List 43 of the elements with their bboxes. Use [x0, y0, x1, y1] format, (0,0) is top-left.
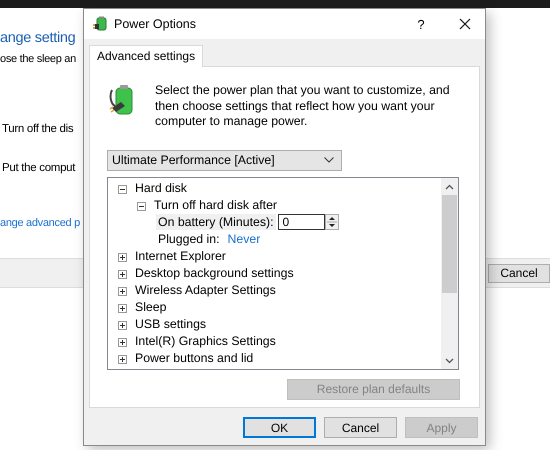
setting-label: Turn off the dis: [2, 123, 74, 135]
window-title: Power Options: [114, 17, 197, 31]
tree-item[interactable]: Sleep: [135, 300, 166, 314]
close-icon: [459, 18, 471, 30]
tree-item[interactable]: USB settings: [135, 317, 206, 331]
value-link[interactable]: Never: [228, 232, 260, 246]
expander-icon[interactable]: [118, 338, 127, 346]
setting-label[interactable]: Plugged in:: [156, 231, 222, 247]
expander-icon[interactable]: [118, 184, 127, 194]
advanced-settings-link[interactable]: ange advanced p: [0, 217, 80, 229]
battery-plug-icon: [92, 16, 108, 32]
tree-item[interactable]: Turn off hard disk after: [154, 198, 278, 212]
tree-item[interactable]: Wireless Adapter Settings: [135, 283, 276, 297]
page-heading: ange setting: [0, 30, 76, 46]
dialog-button[interactable]: OK: [243, 417, 316, 438]
battery-plug-icon: [109, 84, 135, 116]
minutes-spin-field[interactable]: 0: [278, 214, 324, 230]
expander-icon[interactable]: [118, 304, 127, 312]
dialog-button[interactable]: Cancel: [324, 417, 397, 438]
spin-arrows-icon[interactable]: [324, 214, 338, 230]
scroll-down-icon[interactable]: [445, 358, 454, 364]
description-text: Select the power plan that you want to customize, and then choose settings that reflect how you want your computer to manage power.: [155, 83, 451, 130]
expander-icon[interactable]: [118, 320, 127, 330]
chevron-down-icon: [324, 157, 334, 163]
setting-label: Put the comput: [2, 162, 76, 174]
expander-icon[interactable]: [137, 202, 146, 210]
setting-label[interactable]: On battery (Minutes):: [156, 214, 276, 230]
expander-icon[interactable]: [118, 270, 127, 278]
help-button[interactable]: ?: [401, 9, 441, 39]
tree-item[interactable]: Intel(R) Graphics Settings: [135, 334, 276, 348]
cancel-button[interactable]: Cancel: [488, 264, 550, 282]
tree-item[interactable]: Power buttons and lid: [135, 351, 254, 365]
tree-item[interactable]: Desktop background settings: [135, 266, 294, 280]
scroll-up-icon[interactable]: [445, 184, 454, 190]
tree-item[interactable]: Internet Explorer: [135, 249, 226, 263]
expander-icon[interactable]: [118, 286, 127, 296]
power-plan-dropdown[interactable]: Ultimate Performance [Active]: [107, 150, 342, 170]
expander-icon[interactable]: [118, 354, 127, 364]
tree-item[interactable]: Hard disk: [135, 181, 187, 195]
page-subtitle: ose the sleep an: [0, 53, 76, 65]
expander-icon[interactable]: [118, 252, 127, 262]
tab[interactable]: Advanced settings: [89, 45, 204, 67]
scrollbar[interactable]: [441, 178, 458, 368]
